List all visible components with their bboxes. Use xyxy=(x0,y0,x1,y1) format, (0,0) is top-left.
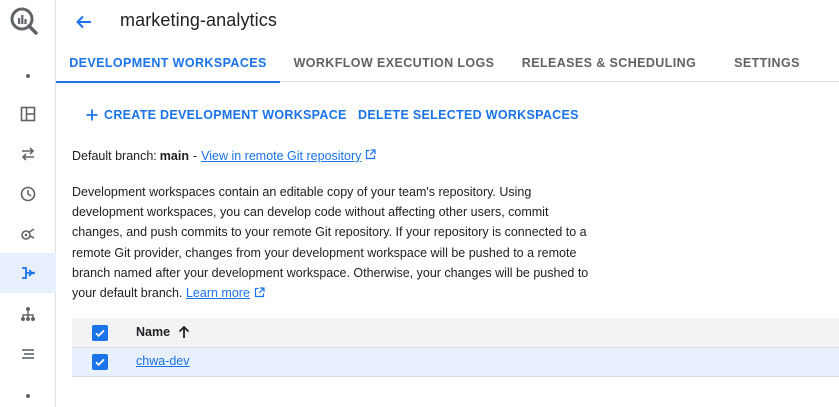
transfer-icon[interactable] xyxy=(0,134,56,174)
left-nav-rail xyxy=(0,0,56,407)
page-header: marketing-analytics xyxy=(56,0,839,44)
create-workspace-label: CREATE DEVELOPMENT WORKSPACE xyxy=(104,108,347,122)
create-workspace-button[interactable]: CREATE DEVELOPMENT WORKSPACE xyxy=(86,103,347,127)
workspaces-description: Development workspaces contain an editab… xyxy=(72,182,592,304)
arrow-back-icon xyxy=(76,15,91,29)
bigquery-logo-icon[interactable] xyxy=(9,6,41,38)
rail-dot-icon[interactable] xyxy=(0,56,56,96)
column-name-label: Name xyxy=(136,325,171,339)
checkmark-icon xyxy=(95,329,105,338)
default-branch-name: main xyxy=(159,149,189,163)
tab-development-workspaces[interactable]: DEVELOPMENT WORKSPACES xyxy=(56,44,280,83)
open-in-new-icon xyxy=(254,284,265,304)
open-in-new-icon xyxy=(365,149,376,163)
dataform-icon[interactable] xyxy=(0,253,56,293)
learn-more-link[interactable]: Learn more xyxy=(186,286,250,300)
table-header: Name xyxy=(72,318,839,348)
column-header-name[interactable]: Name xyxy=(136,325,190,339)
select-all-checkbox[interactable] xyxy=(92,325,108,341)
tab-settings[interactable]: SETTINGS xyxy=(722,44,812,82)
analytics-hub-icon[interactable] xyxy=(0,214,56,254)
tab-releases-scheduling[interactable]: RELEASES & SCHEDULING xyxy=(520,44,698,82)
dashboard-icon[interactable] xyxy=(0,94,56,134)
tab-bar: DEVELOPMENT WORKSPACES WORKFLOW EXECUTIO… xyxy=(56,44,839,83)
clock-icon[interactable] xyxy=(0,174,56,214)
list-icon[interactable] xyxy=(0,334,56,374)
view-remote-repo-link[interactable]: View in remote Git repository xyxy=(201,149,361,163)
workspaces-table: Name chwa-dev xyxy=(72,318,839,377)
plus-icon xyxy=(86,109,98,121)
description-text: Development workspaces contain an editab… xyxy=(72,185,589,301)
row-checkbox[interactable] xyxy=(92,354,108,370)
hierarchy-icon[interactable] xyxy=(0,294,56,334)
sort-arrow-up-icon[interactable] xyxy=(178,325,190,339)
default-branch-prefix: Default branch: xyxy=(72,149,157,163)
delete-workspaces-label: DELETE SELECTED WORKSPACES xyxy=(358,108,579,122)
checkmark-icon xyxy=(95,358,105,367)
page-title: marketing-analytics xyxy=(120,10,277,30)
back-button[interactable] xyxy=(72,10,96,34)
workspace-name-link[interactable]: chwa-dev xyxy=(136,354,190,368)
default-branch-info: Default branch: main - View in remote Gi… xyxy=(72,149,376,163)
default-branch-separator: - xyxy=(192,149,198,163)
delete-workspaces-button[interactable]: DELETE SELECTED WORKSPACES xyxy=(358,103,579,127)
table-row[interactable]: chwa-dev xyxy=(72,348,839,377)
rail-dot-icon[interactable] xyxy=(0,376,56,407)
tab-workflow-execution-logs[interactable]: WORKFLOW EXECUTION LOGS xyxy=(292,44,496,82)
